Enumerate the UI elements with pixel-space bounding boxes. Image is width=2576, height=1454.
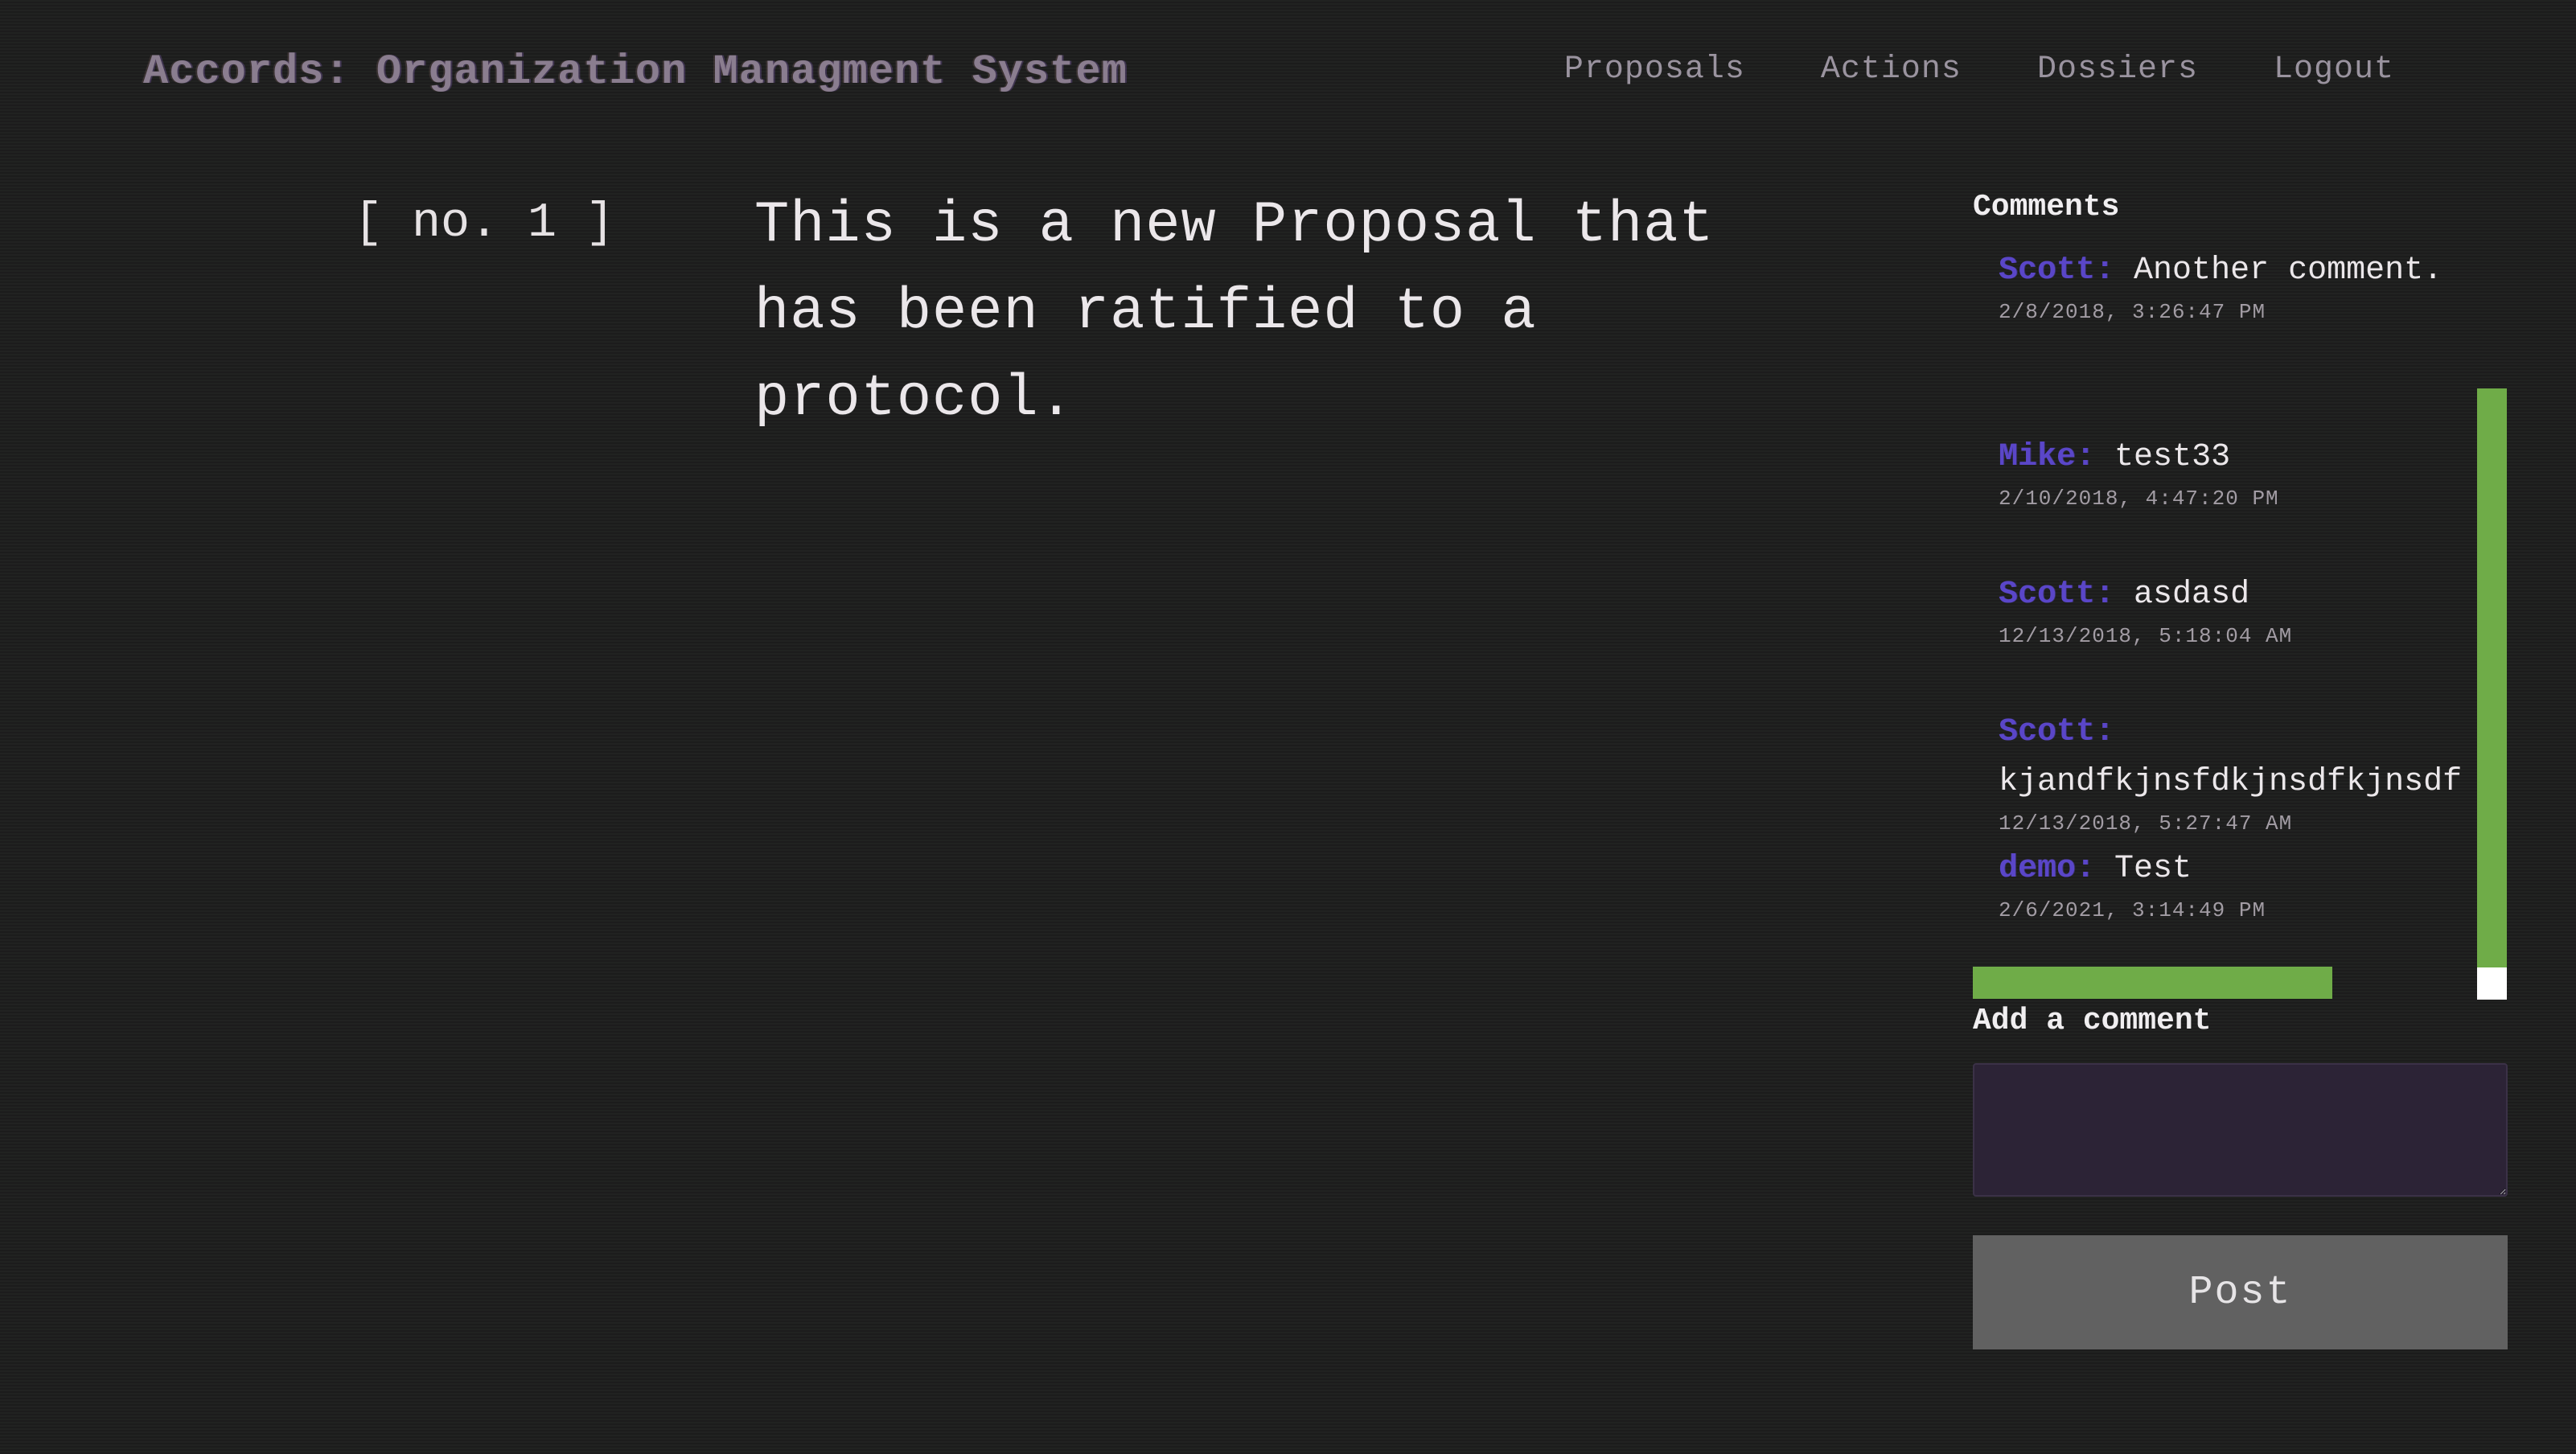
comment-item: Scott: asdasd 12/13/2018, 5:18:04 AM	[1999, 570, 2473, 652]
comment-item: demo: Test 2/6/2021, 3:14:49 PM	[1999, 844, 2473, 926]
nav-logout-link[interactable]: Logout	[2274, 51, 2394, 88]
comment-item: Scott: kjandfkjnsfdkjnsdfkjnsdf 12/13/20…	[1999, 708, 2473, 840]
comments-panel: Comments Scott: Another comment. 2/8/201…	[1973, 190, 2508, 1349]
comment-author: demo:	[1999, 851, 2096, 887]
comments-list[interactable]: Scott: Another comment. 2/8/2018, 3:26:4…	[1973, 246, 2508, 998]
comments-vertical-scroll-thumb[interactable]	[2477, 388, 2507, 967]
comments-vertical-scrollbar[interactable]	[2477, 388, 2507, 1000]
comment-timestamp: 2/10/2018, 4:47:20 PM	[1999, 487, 2279, 511]
comment-author: Scott:	[1999, 253, 2115, 289]
comment-item: Mike: test33 2/10/2018, 4:47:20 PM	[1999, 433, 2473, 515]
comment-timestamp: 12/13/2018, 5:27:47 AM	[1999, 811, 2293, 836]
comment-timestamp: 12/13/2018, 5:18:04 AM	[1999, 624, 2293, 648]
app-header: Accords: Organization Managment System P…	[0, 0, 2576, 145]
comment-timestamp: 2/8/2018, 3:26:47 PM	[1999, 300, 2266, 324]
proposal-number: [ no. 1 ]	[354, 196, 615, 251]
comment-textarea[interactable]	[1973, 1063, 2508, 1197]
comment-body: kjandfkjnsfdkjnsdfkjnsdf	[1999, 764, 2463, 800]
comment-body: test33	[2114, 439, 2231, 475]
comments-heading: Comments	[1973, 190, 2120, 224]
comment-body: Another comment.	[2134, 253, 2443, 289]
nav-proposals-link[interactable]: Proposals	[1564, 51, 1745, 88]
app-title: Accords: Organization Managment System	[143, 48, 1128, 96]
comment-body: Test	[2114, 851, 2192, 887]
nav-dossiers-link[interactable]: Dossiers	[2037, 51, 2198, 88]
comment-author: Scott:	[1999, 577, 2115, 613]
proposal-text: This is a new Proposal that has been rat…	[754, 192, 1715, 432]
nav-actions-link[interactable]: Actions	[1821, 51, 1962, 88]
comment-timestamp: 2/6/2021, 3:14:49 PM	[1999, 898, 2266, 922]
add-comment-label: Add a comment	[1973, 1004, 2212, 1038]
comment-item: Scott: Another comment. 2/8/2018, 3:26:4…	[1999, 246, 2473, 328]
main-nav: Proposals Actions Dossiers Logout	[1564, 51, 2394, 88]
post-button[interactable]: Post	[1973, 1235, 2508, 1349]
comment-author: Mike:	[1999, 439, 2096, 475]
comments-horizontal-scroll-thumb[interactable]	[1973, 967, 2332, 999]
comment-author: Scott:	[1999, 714, 2115, 750]
comment-body: asdasd	[2134, 577, 2250, 613]
